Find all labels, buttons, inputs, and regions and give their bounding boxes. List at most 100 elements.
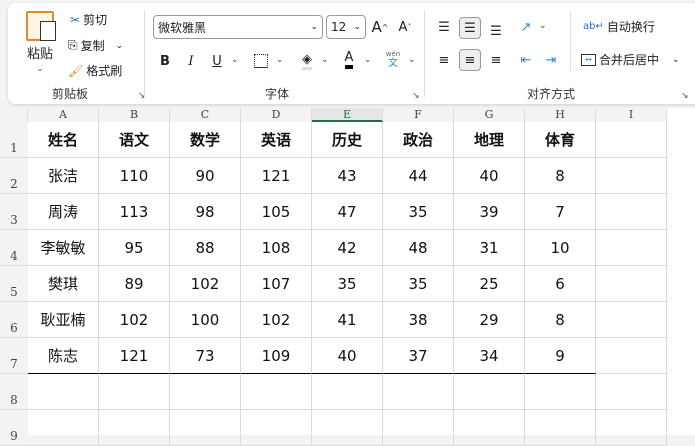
grow-font-button[interactable]: A ^	[369, 16, 391, 38]
table-cell[interactable]: 98	[170, 194, 241, 230]
header-cell[interactable]: 体育	[525, 122, 596, 158]
table-cell[interactable]	[241, 374, 312, 410]
chevron-down-icon[interactable]: ⌄	[231, 55, 239, 65]
table-cell[interactable]: 34	[454, 338, 525, 374]
table-cell[interactable]: 7	[525, 194, 596, 230]
shrink-font-button[interactable]: Aˇ	[394, 16, 416, 38]
table-cell[interactable]: 6	[525, 266, 596, 302]
table-cell[interactable]: 121	[99, 338, 170, 374]
table-cell[interactable]: 102	[241, 302, 312, 338]
bold-button[interactable]: B	[154, 50, 176, 72]
table-cell[interactable]: 31	[454, 230, 525, 266]
align-center-button[interactable]: ≡	[459, 49, 481, 71]
table-cell[interactable]: 43	[312, 158, 383, 194]
column-header-i[interactable]: I	[596, 108, 667, 122]
table-cell[interactable]	[525, 374, 596, 410]
table-cell[interactable]: 8	[525, 302, 596, 338]
row-header-7[interactable]: 7	[0, 338, 28, 374]
table-cell[interactable]	[596, 158, 667, 194]
copy-button[interactable]: ⎘ 复制 ⌄	[68, 37, 123, 54]
table-cell[interactable]	[525, 410, 596, 446]
header-cell[interactable]: 历史	[312, 122, 383, 158]
table-cell[interactable]: 44	[383, 158, 454, 194]
header-cell[interactable]: 政治	[383, 122, 454, 158]
spreadsheet-grid[interactable]: A B C D E F G H I 1 姓名 语文 数学 英语 历史 政治 地理 体育 2 张洁 110 90 121 43 4…	[0, 108, 695, 446]
column-header-c[interactable]: C	[170, 108, 241, 122]
table-cell[interactable]	[170, 374, 241, 410]
increase-indent-button[interactable]: ⇥	[540, 49, 562, 71]
table-cell[interactable]: 40	[454, 158, 525, 194]
table-cell[interactable]: 张洁	[28, 158, 99, 194]
table-cell[interactable]	[596, 230, 667, 266]
header-cell[interactable]: 地理	[454, 122, 525, 158]
row-header-5[interactable]: 5	[0, 266, 28, 302]
table-cell[interactable]: 29	[454, 302, 525, 338]
table-cell[interactable]: 47	[312, 194, 383, 230]
table-cell[interactable]	[596, 302, 667, 338]
row-header-2[interactable]: 2	[0, 158, 28, 194]
wrap-text-button[interactable]: ab↵ 自动换行	[583, 18, 655, 35]
table-cell[interactable]: 121	[241, 158, 312, 194]
orientation-button[interactable]: ↗	[515, 16, 537, 38]
decrease-indent-button[interactable]: ⇤	[515, 49, 537, 71]
table-cell[interactable]	[596, 410, 667, 446]
font-size-select[interactable]: 12 ⌄	[326, 15, 366, 39]
format-painter-button[interactable]: 🖌 格式刷	[68, 62, 122, 79]
table-cell[interactable]: 9	[525, 338, 596, 374]
table-cell[interactable]: 102	[170, 266, 241, 302]
table-cell[interactable]: 100	[170, 302, 241, 338]
column-header-h[interactable]: H	[525, 108, 596, 122]
table-cell[interactable]: 73	[170, 338, 241, 374]
align-middle-button[interactable]: ☰	[459, 17, 481, 39]
borders-button[interactable]	[250, 50, 272, 72]
header-cell[interactable]: 语文	[99, 122, 170, 158]
column-header-a[interactable]: A	[28, 108, 99, 122]
table-cell[interactable]: 90	[170, 158, 241, 194]
align-right-button[interactable]: ≡	[485, 49, 507, 71]
table-cell[interactable]: 8	[525, 158, 596, 194]
header-cell[interactable]: 姓名	[28, 122, 99, 158]
table-cell[interactable]	[596, 338, 667, 374]
chevron-down-icon[interactable]: ⌄	[364, 55, 372, 65]
table-cell[interactable]: 88	[170, 230, 241, 266]
table-cell[interactable]	[170, 410, 241, 446]
table-cell[interactable]	[28, 410, 99, 446]
row-header-6[interactable]: 6	[0, 302, 28, 338]
table-cell[interactable]: 109	[241, 338, 312, 374]
table-cell[interactable]	[99, 374, 170, 410]
table-cell[interactable]	[28, 374, 99, 410]
paste-button[interactable]: 粘贴 ⌄	[20, 11, 60, 74]
column-header-e[interactable]: E	[312, 108, 383, 122]
table-cell[interactable]: 35	[312, 266, 383, 302]
chevron-down-icon[interactable]: ⌄	[276, 55, 284, 65]
align-bottom-button[interactable]: ☰	[485, 20, 507, 42]
table-cell[interactable]: 110	[99, 158, 170, 194]
table-cell[interactable]	[312, 410, 383, 446]
table-cell[interactable]	[241, 410, 312, 446]
table-cell[interactable]: 樊琪	[28, 266, 99, 302]
row-header-9[interactable]: 9	[0, 410, 28, 446]
table-cell[interactable]: 48	[383, 230, 454, 266]
table-cell[interactable]	[312, 374, 383, 410]
column-header-b[interactable]: B	[99, 108, 170, 122]
table-cell[interactable]: 108	[241, 230, 312, 266]
merge-center-button[interactable]: ↔ 合并后居中 ⌄	[581, 51, 680, 68]
table-cell[interactable]: 37	[383, 338, 454, 374]
table-cell[interactable]: 42	[312, 230, 383, 266]
column-header-f[interactable]: F	[383, 108, 454, 122]
font-name-select[interactable]: 微软雅黑 ⌄	[153, 15, 323, 39]
table-cell[interactable]	[383, 374, 454, 410]
table-cell[interactable]	[454, 410, 525, 446]
table-cell[interactable]: 107	[241, 266, 312, 302]
column-header-g[interactable]: G	[454, 108, 525, 122]
table-cell[interactable]	[596, 266, 667, 302]
table-cell[interactable]: 10	[525, 230, 596, 266]
italic-button[interactable]: I	[180, 50, 202, 72]
table-cell[interactable]: 38	[383, 302, 454, 338]
phonetic-button[interactable]: wén 文	[382, 48, 404, 70]
row-header-4[interactable]: 4	[0, 230, 28, 266]
cut-button[interactable]: ✂ 剪切	[70, 11, 107, 28]
table-cell[interactable]	[596, 194, 667, 230]
underline-button[interactable]: U	[206, 50, 228, 72]
header-cell[interactable]: 数学	[170, 122, 241, 158]
